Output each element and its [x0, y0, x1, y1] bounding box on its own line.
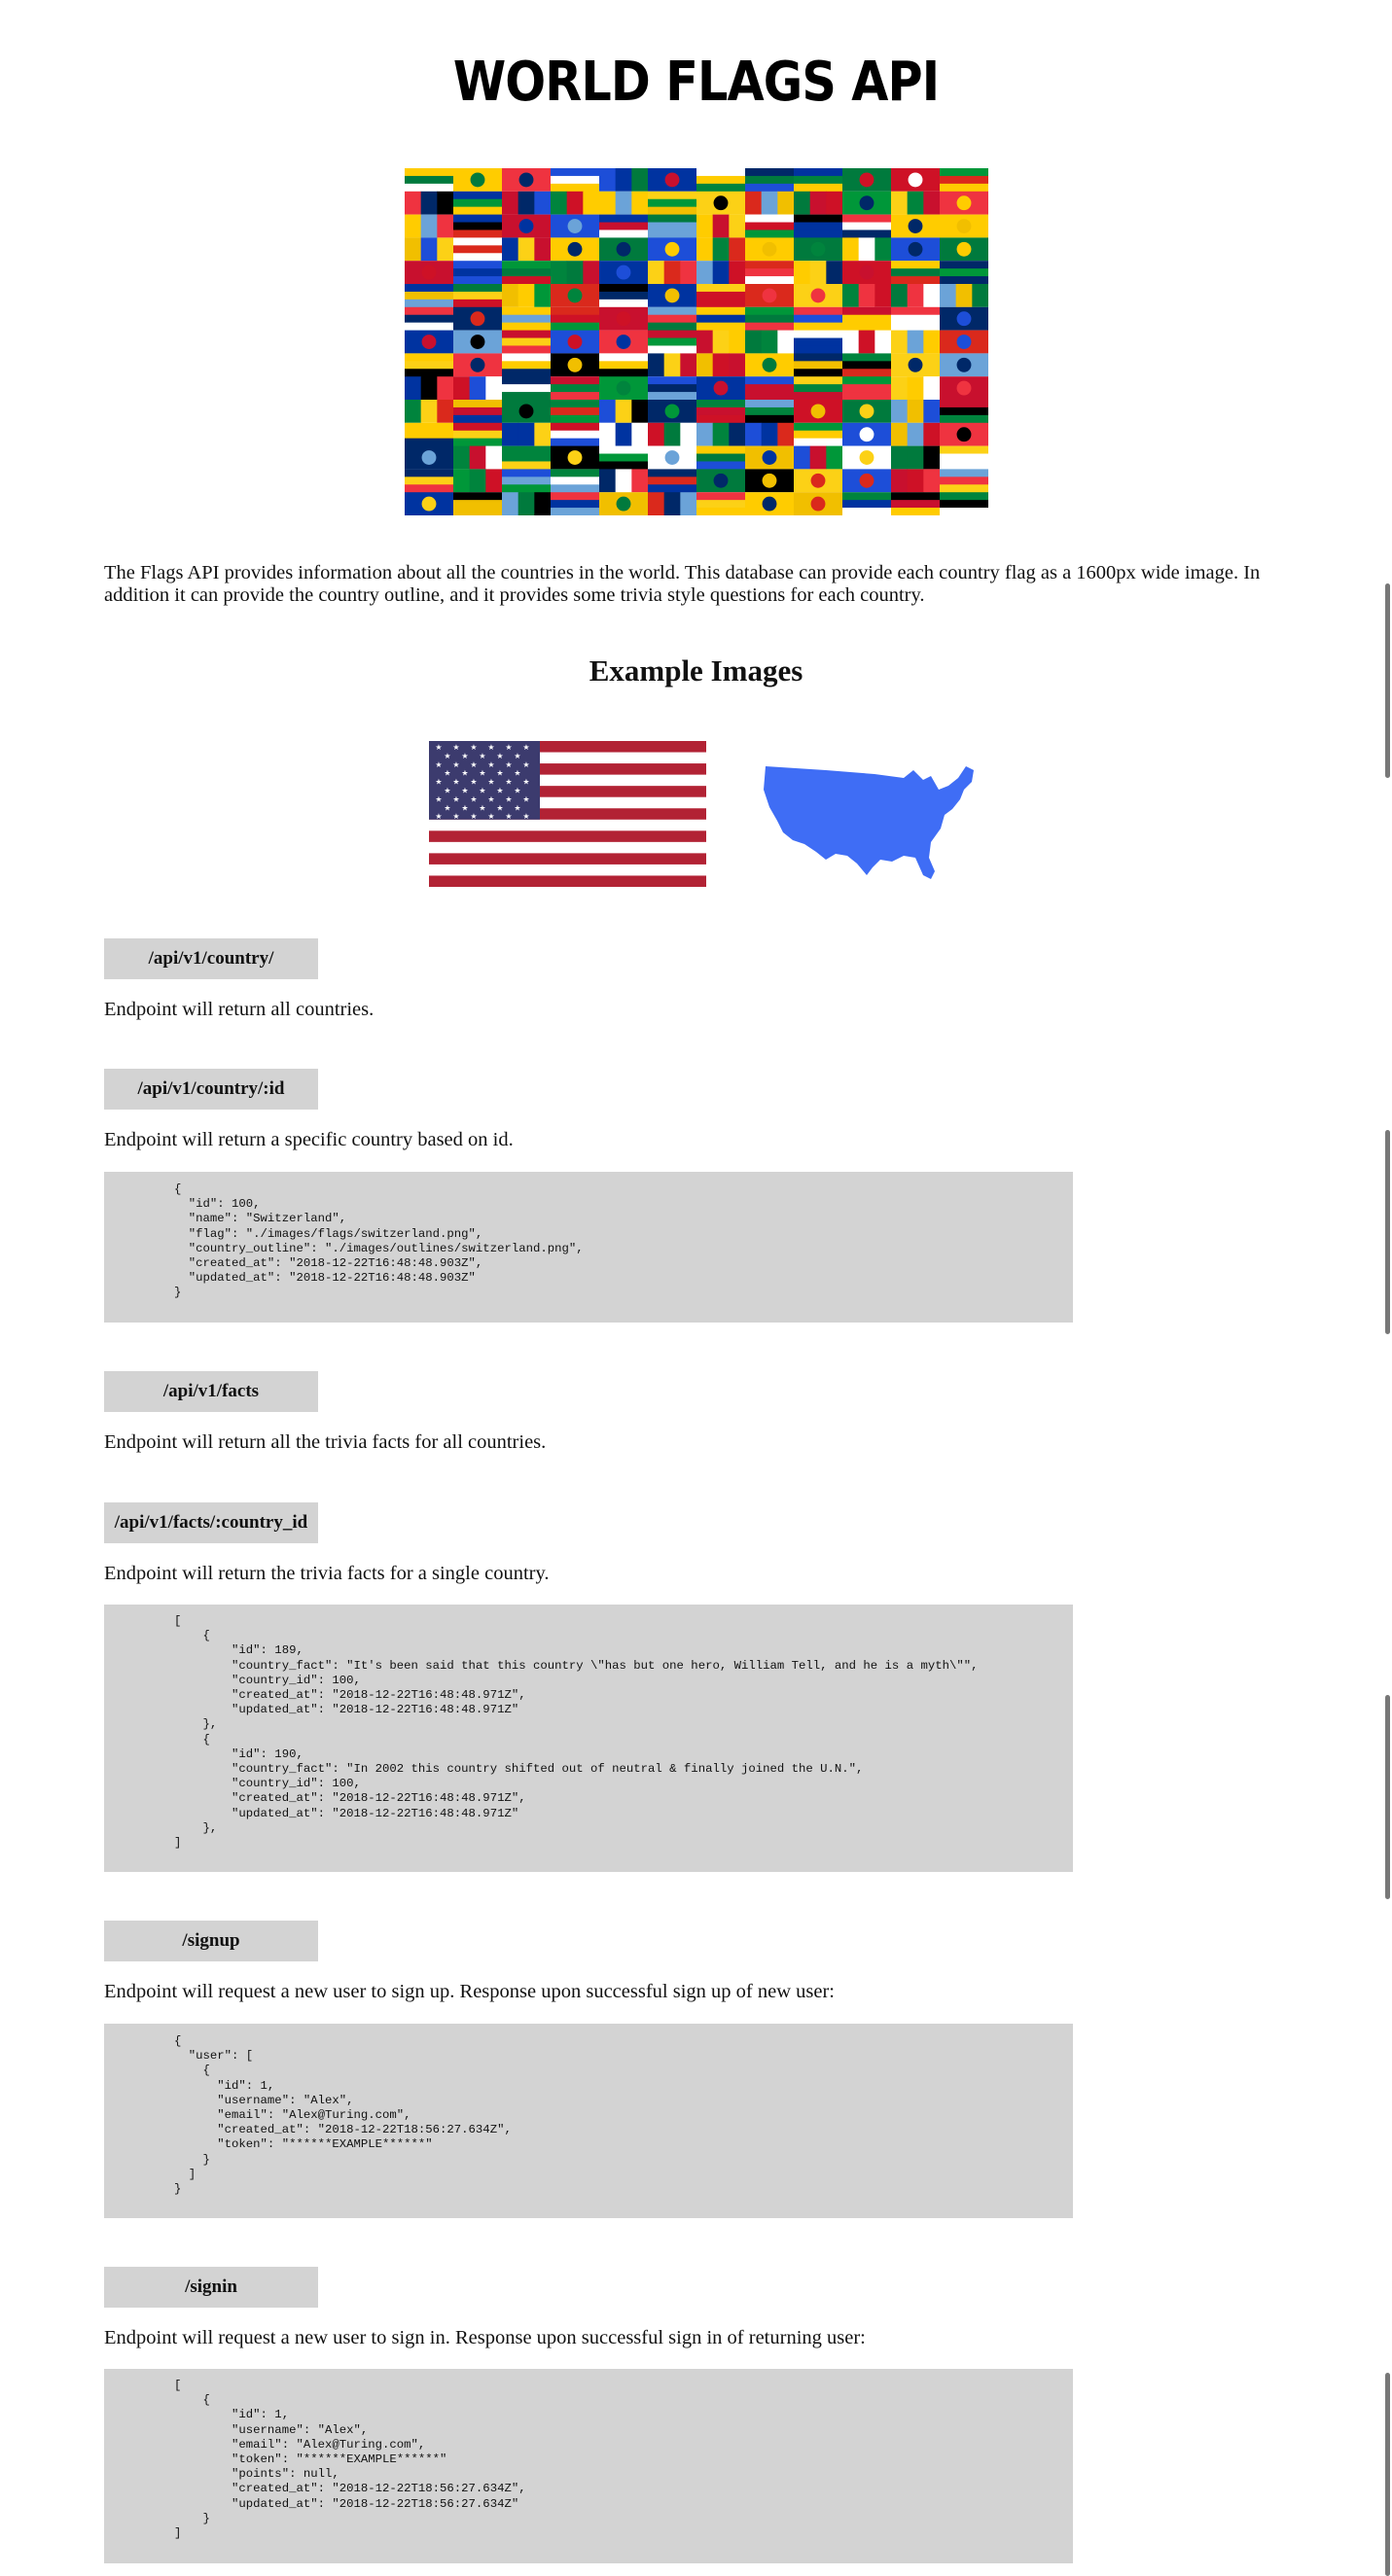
svg-text:★: ★ — [470, 760, 477, 769]
scrollbar-thumb[interactable] — [1385, 1130, 1390, 1334]
svg-text:★: ★ — [444, 769, 450, 778]
svg-text:★: ★ — [487, 794, 494, 803]
intro-paragraph: The Flags API provides information about… — [104, 562, 1261, 606]
svg-text:★: ★ — [470, 743, 477, 752]
endpoint-path-signin: /signin — [104, 2267, 318, 2308]
svg-text:★: ★ — [461, 803, 468, 812]
svg-text:★: ★ — [496, 752, 503, 760]
svg-text:★: ★ — [505, 812, 512, 821]
svg-text:★: ★ — [435, 778, 442, 787]
svg-text:★: ★ — [461, 752, 468, 760]
svg-text:★: ★ — [479, 769, 485, 778]
svg-text:★: ★ — [522, 794, 529, 803]
svg-text:★: ★ — [452, 794, 459, 803]
svg-text:★: ★ — [487, 778, 494, 787]
svg-text:★: ★ — [444, 803, 450, 812]
scrollbar-thumb[interactable] — [1385, 583, 1390, 778]
page-title: WORLD FLAGS API — [452, 51, 940, 114]
svg-text:★: ★ — [514, 803, 520, 812]
us-flag-icon: ★ ★ ★ ★ ★ ★★ ★ ★ ★ ★★ ★ ★ ★ ★ ★★ ★ ★ ★ ★★ ★ ★ ★ ★ ★★ ★ ★ ★ ★★ ★ ★ ★ ★ ★★… — [429, 741, 706, 887]
svg-text:★: ★ — [514, 787, 520, 795]
svg-text:★: ★ — [479, 787, 485, 795]
flags-mosaic-image — [405, 168, 988, 515]
svg-text:★: ★ — [496, 769, 503, 778]
code-block-country-by-id: { "id": 100, "name": "Switzerland", "fla… — [104, 1172, 1073, 1323]
svg-text:★: ★ — [487, 760, 494, 769]
svg-text:★: ★ — [496, 787, 503, 795]
svg-text:★: ★ — [470, 812, 477, 821]
svg-text:★: ★ — [435, 794, 442, 803]
endpoint-path-country-by-id: /api/v1/country/:id — [104, 1069, 318, 1110]
svg-text:★: ★ — [461, 787, 468, 795]
endpoint-path-signup: /signup — [104, 1921, 318, 1961]
endpoint-path-facts-by-country: /api/v1/facts/:country_id — [104, 1502, 318, 1543]
svg-text:★: ★ — [487, 743, 494, 752]
endpoint-path-facts-list: /api/v1/facts — [104, 1371, 318, 1412]
svg-text:★: ★ — [522, 812, 529, 821]
svg-text:★: ★ — [452, 760, 459, 769]
code-block-facts-by-country: [ { "id": 189, "country_fact": "It's bee… — [104, 1605, 1073, 1872]
svg-text:★: ★ — [505, 778, 512, 787]
svg-text:★: ★ — [505, 760, 512, 769]
endpoint-description-signup: Endpoint will request a new user to sign… — [104, 1981, 835, 2002]
svg-text:★: ★ — [452, 743, 459, 752]
example-images-heading: Example Images — [589, 653, 803, 688]
svg-text:★: ★ — [435, 812, 442, 821]
endpoint-description-country-by-id: Endpoint will return a specific country … — [104, 1129, 514, 1150]
svg-text:★: ★ — [514, 769, 520, 778]
svg-text:★: ★ — [514, 752, 520, 760]
svg-text:★: ★ — [435, 743, 442, 752]
endpoint-description-facts-by-country: Endpoint will return the trivia facts fo… — [104, 1563, 550, 1584]
svg-text:★: ★ — [522, 778, 529, 787]
svg-text:★: ★ — [461, 769, 468, 778]
svg-text:★: ★ — [470, 794, 477, 803]
svg-text:★: ★ — [444, 752, 450, 760]
svg-text:★: ★ — [479, 752, 485, 760]
svg-text:★: ★ — [479, 803, 485, 812]
svg-text:★: ★ — [522, 743, 529, 752]
endpoint-description-signin: Endpoint will request a new user to sign… — [104, 2327, 866, 2348]
svg-text:★: ★ — [435, 760, 442, 769]
svg-text:★: ★ — [452, 778, 459, 787]
svg-text:★: ★ — [444, 787, 450, 795]
svg-text:★: ★ — [505, 743, 512, 752]
endpoint-description-facts-list: Endpoint will return all the trivia fact… — [104, 1431, 547, 1453]
svg-text:★: ★ — [505, 794, 512, 803]
code-block-signup: { "user": [ { "id": 1, "username": "Alex… — [104, 2024, 1073, 2218]
endpoint-path-country-list: /api/v1/country/ — [104, 938, 318, 979]
scrollbar-thumb[interactable] — [1385, 2373, 1390, 2576]
svg-text:★: ★ — [452, 812, 459, 821]
svg-text:★: ★ — [496, 803, 503, 812]
svg-text:★: ★ — [487, 812, 494, 821]
svg-text:★: ★ — [470, 778, 477, 787]
scrollbar-thumb[interactable] — [1385, 1695, 1390, 1899]
endpoint-description-country-list: Endpoint will return all countries. — [104, 999, 375, 1020]
svg-text:★: ★ — [522, 760, 529, 769]
code-block-signin: [ { "id": 1, "username": "Alex", "email"… — [104, 2369, 1073, 2563]
us-outline-icon — [764, 766, 974, 879]
